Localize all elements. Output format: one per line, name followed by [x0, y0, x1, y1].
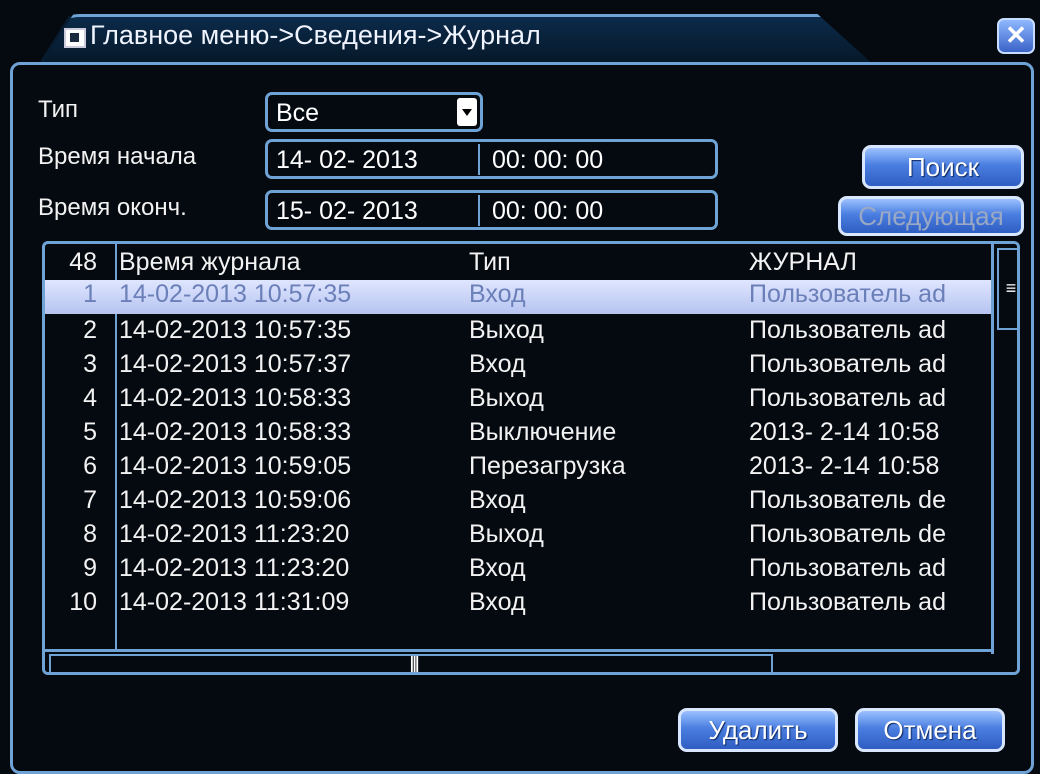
end-time-label: Время оконч.	[38, 194, 187, 221]
grip-icon: ≡	[1005, 278, 1017, 298]
end-time-field[interactable]: 15- 02- 2013 00: 00: 00	[265, 190, 718, 230]
table-row[interactable]: 1 14-02-2013 10:57:35 Вход Пользователь …	[45, 280, 991, 314]
table-row[interactable]: 3 14-02-2013 10:57:37 Вход Пользователь …	[45, 350, 991, 384]
table-row[interactable]: 7 14-02-2013 10:59:06 Вход Пользователь …	[45, 486, 991, 520]
table-row[interactable]: 6 14-02-2013 10:59:05 Перезагрузка 2013-…	[45, 452, 991, 486]
row-number: 3	[83, 350, 97, 378]
row-log: Пользователь ad	[749, 554, 946, 582]
row-number: 6	[83, 452, 97, 480]
row-time: 14-02-2013 10:57:35	[119, 280, 352, 308]
start-time-input[interactable]: 00: 00: 00	[492, 146, 603, 175]
field-divider	[478, 144, 480, 175]
header-time: Время журнала	[119, 248, 301, 276]
delete-button[interactable]: Удалить	[678, 708, 838, 752]
row-log: Пользователь ad	[749, 588, 946, 616]
header-log: ЖУРНАЛ	[749, 248, 857, 276]
close-button[interactable]: ✕	[997, 18, 1035, 54]
table-row[interactable]: 9 14-02-2013 11:23:20 Вход Пользователь …	[45, 554, 991, 588]
field-divider	[478, 195, 480, 226]
row-time: 14-02-2013 10:58:33	[119, 418, 352, 446]
row-type: Выход	[469, 384, 544, 412]
horizontal-scrollbar-thumb[interactable]: |||	[49, 652, 773, 675]
type-label: Тип	[38, 96, 79, 123]
row-type: Вход	[469, 554, 526, 582]
row-time: 14-02-2013 11:31:09	[119, 588, 350, 616]
row-time: 14-02-2013 10:57:37	[119, 350, 352, 378]
row-type: Выход	[469, 316, 544, 344]
start-time-label: Время начала	[38, 143, 197, 170]
close-icon: ✕	[1005, 20, 1027, 50]
row-number: 9	[83, 554, 97, 582]
vertical-scrollbar[interactable]: ≡	[991, 244, 1017, 654]
row-type: Выход	[469, 520, 544, 548]
end-time-input[interactable]: 00: 00: 00	[492, 197, 603, 226]
table-header: 48 Время журнала Тип ЖУРНАЛ	[45, 248, 991, 282]
type-select-value: Все	[276, 99, 320, 127]
table-row[interactable]: 5 14-02-2013 10:58:33 Выключение 2013- 2…	[45, 418, 991, 452]
row-type: Вход	[469, 486, 526, 514]
row-log: Пользователь ad	[749, 384, 946, 412]
row-log: 2013- 2-14 10:58	[749, 452, 940, 480]
header-type: Тип	[469, 248, 511, 276]
row-number: 4	[83, 384, 97, 412]
vertical-scrollbar-thumb[interactable]: ≡	[997, 248, 1017, 330]
row-time: 14-02-2013 10:58:33	[119, 384, 352, 412]
row-number: 8	[83, 520, 97, 548]
window-icon	[64, 28, 86, 48]
table-row[interactable]: 4 14-02-2013 10:58:33 Выход Пользователь…	[45, 384, 991, 418]
row-number: 5	[83, 418, 97, 446]
table-row[interactable]: 8 14-02-2013 11:23:20 Выход Пользователь…	[45, 520, 991, 554]
row-log: Пользователь ad	[749, 316, 946, 344]
end-date-input[interactable]: 15- 02- 2013	[276, 197, 418, 226]
row-type: Вход	[469, 280, 526, 308]
row-time: 14-02-2013 11:23:20	[119, 520, 350, 548]
cancel-button[interactable]: Отмена	[855, 708, 1005, 752]
row-number: 1	[83, 280, 97, 308]
table-row[interactable]: 10 14-02-2013 11:31:09 Вход Пользователь…	[45, 588, 991, 622]
start-date-input[interactable]: 14- 02- 2013	[276, 146, 418, 175]
row-log: Пользователь ad	[749, 280, 946, 308]
horizontal-scrollbar[interactable]: |||	[45, 649, 991, 675]
log-table: 48 Время журнала Тип ЖУРНАЛ 1 14-02-2013…	[42, 241, 1020, 675]
row-type: Выключение	[469, 418, 617, 446]
log-dialog: Главное меню->Сведения->Журнал ✕ Тип Все…	[0, 0, 1040, 774]
row-type: Вход	[469, 350, 526, 378]
row-log: Пользователь ad	[749, 350, 946, 378]
next-button[interactable]: Следующая	[838, 196, 1024, 236]
row-number: 7	[83, 486, 97, 514]
type-select[interactable]: Все	[265, 92, 483, 132]
row-time: 14-02-2013 10:59:05	[119, 452, 352, 480]
row-log: Пользователь de	[749, 520, 946, 548]
row-number: 2	[83, 316, 97, 344]
record-count: 48	[69, 248, 97, 276]
search-button[interactable]: Поиск	[862, 145, 1024, 189]
start-time-field[interactable]: 14- 02- 2013 00: 00: 00	[265, 139, 718, 179]
row-log: Пользователь de	[749, 486, 946, 514]
window-title: Главное меню->Сведения->Журнал	[90, 20, 541, 50]
row-log: 2013- 2-14 10:58	[749, 418, 940, 446]
row-type: Перезагрузка	[469, 452, 626, 480]
row-number: 10	[69, 588, 97, 616]
row-time: 14-02-2013 11:23:20	[119, 554, 350, 582]
row-time: 14-02-2013 10:59:06	[119, 486, 352, 514]
grip-icon: |||	[409, 652, 420, 675]
row-time: 14-02-2013 10:57:35	[119, 316, 352, 344]
table-row[interactable]: 2 14-02-2013 10:57:35 Выход Пользователь…	[45, 316, 991, 350]
row-type: Вход	[469, 588, 526, 616]
chevron-down-icon[interactable]	[457, 98, 477, 126]
